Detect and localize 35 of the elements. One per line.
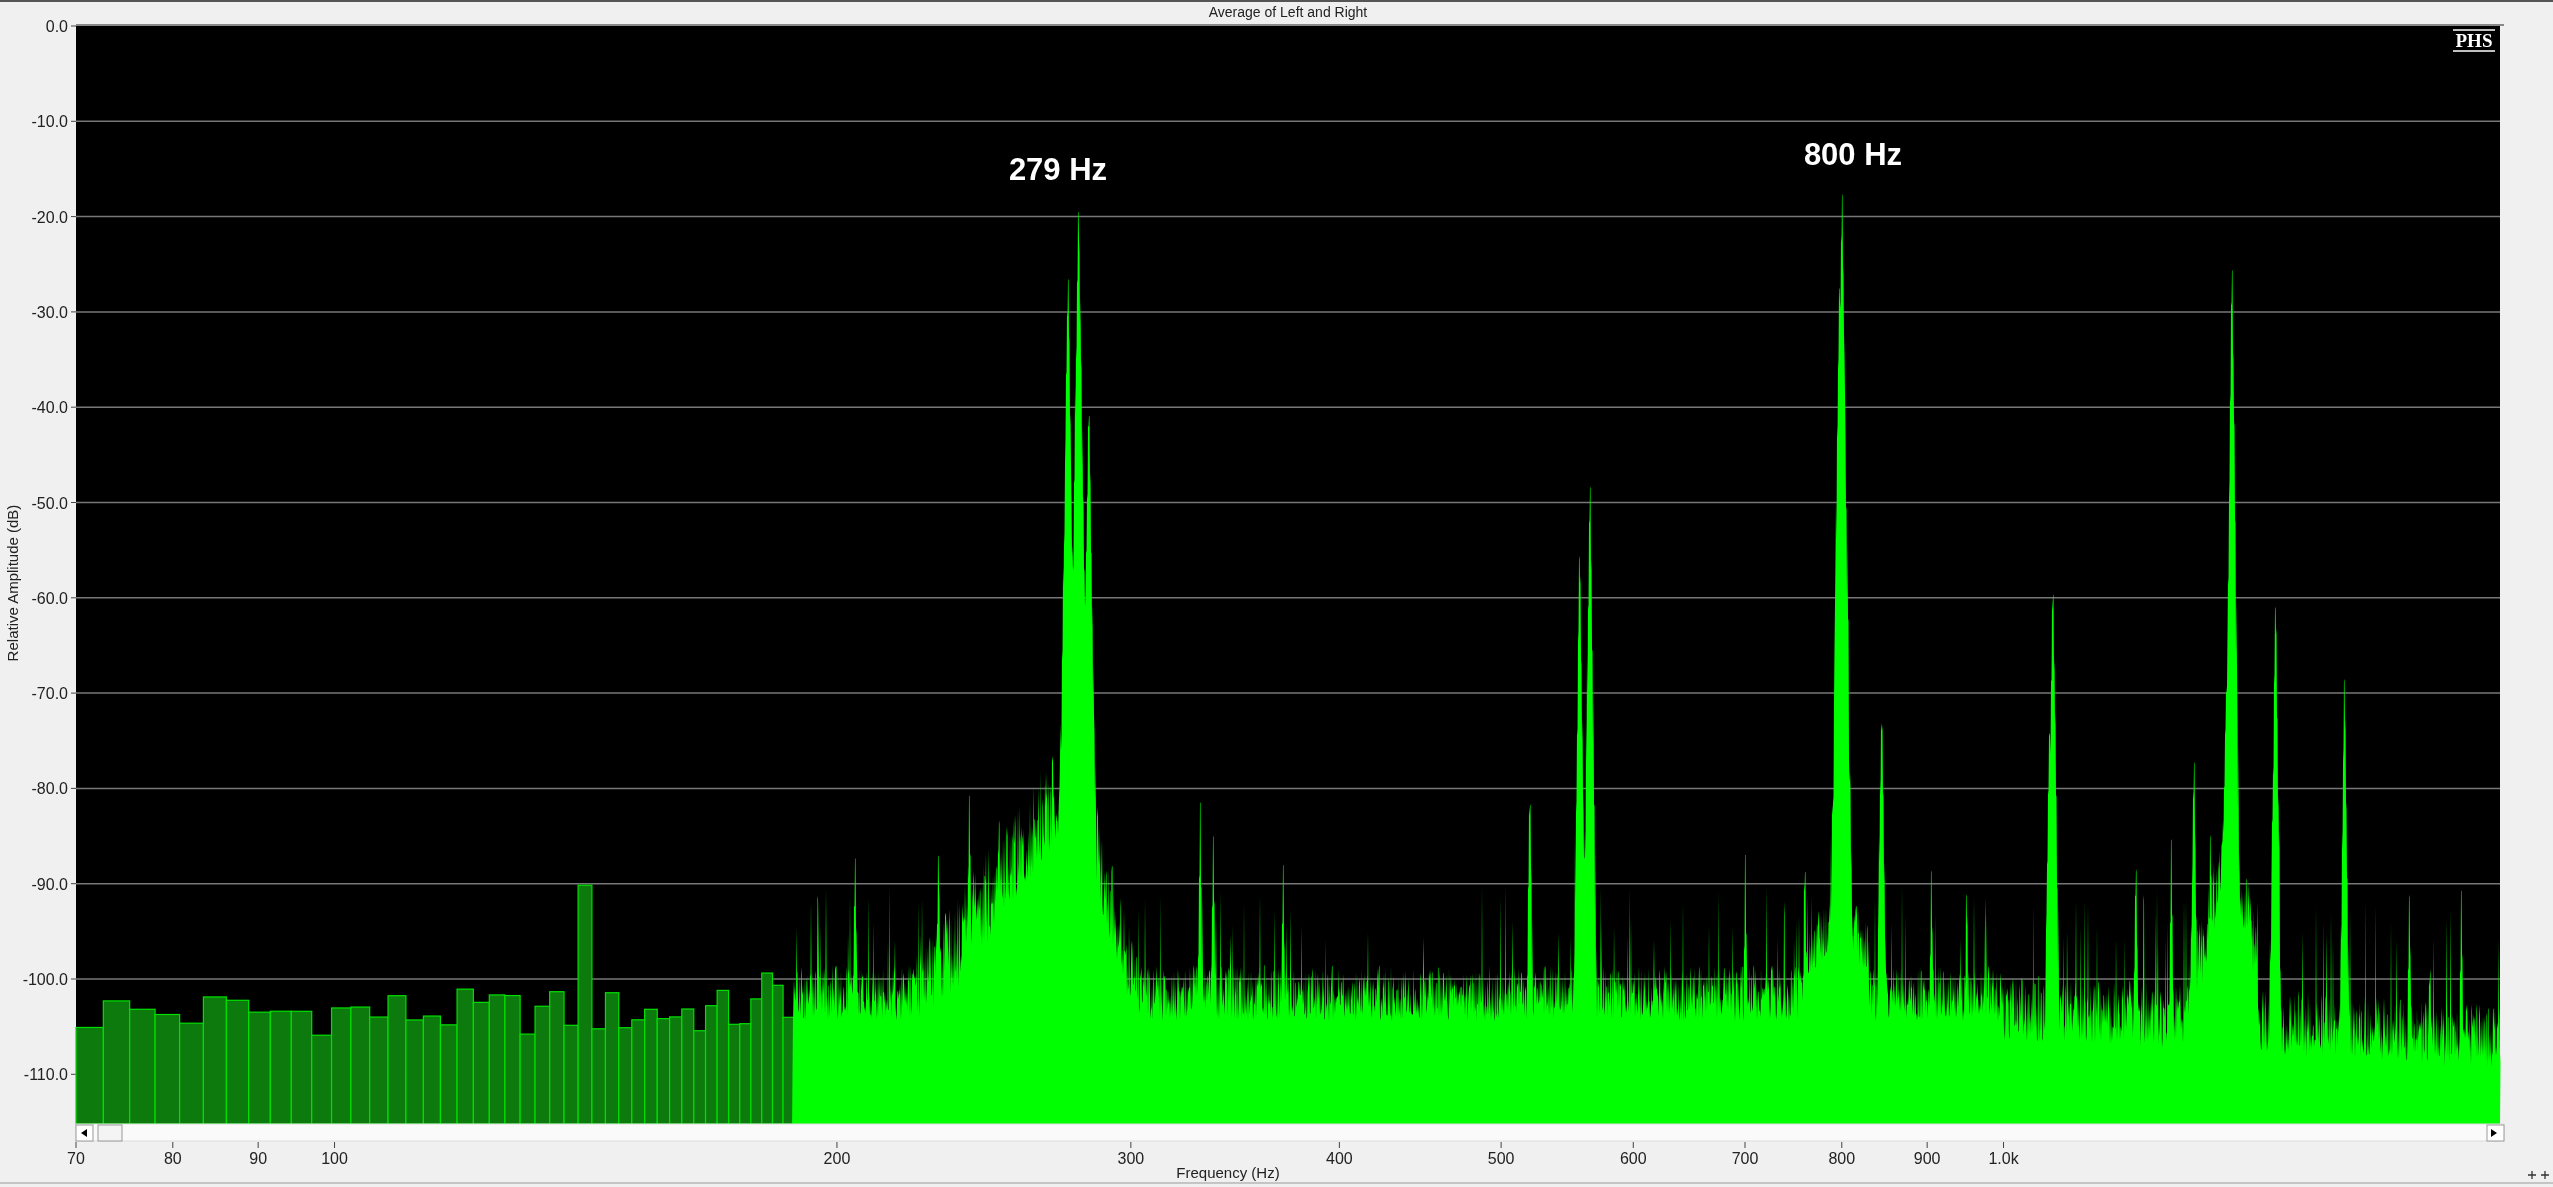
peak-label: 279 Hz <box>1008 152 1108 187</box>
y-tick-label: -50.0 <box>31 494 68 512</box>
x-tick-label: 500 <box>1487 1150 1515 1167</box>
y-tick-label: -20.0 <box>31 208 68 226</box>
y-tick-label: -30.0 <box>31 303 68 321</box>
x-tick-label: 300 <box>1117 1150 1145 1167</box>
x-tick-label: 90 <box>249 1150 268 1167</box>
y-tick-label: -40.0 <box>31 399 68 417</box>
x-tick-label: 600 <box>1619 1150 1647 1167</box>
y-tick-label: 0.0 <box>45 18 68 35</box>
y-tick-label: -100.0 <box>22 971 68 988</box>
y-tick-label: -80.0 <box>31 780 68 798</box>
x-tick-label: 1.0k <box>1988 1150 2019 1167</box>
x-tick-label: 70 <box>67 1150 85 1167</box>
scroll-thumb[interactable] <box>97 1124 123 1142</box>
x-tick-label: 700 <box>1731 1150 1759 1167</box>
y-tick-label: -60.0 <box>31 589 68 607</box>
x-tick-label: 800 <box>1828 1150 1856 1167</box>
y-axis-label: Relative Amplitude (dB) <box>4 504 21 662</box>
x-tick-label: 400 <box>1326 1150 1353 1167</box>
logo: PHS <box>2452 29 2496 52</box>
y-tick-label: -10.0 <box>31 113 68 131</box>
y-tick-label: -90.0 <box>31 875 68 893</box>
scroll-left-button[interactable] <box>75 1124 94 1142</box>
scrollbar-track[interactable] <box>75 1123 2505 1142</box>
x-tick-label: 80 <box>163 1150 182 1167</box>
x-tick-label: 200 <box>823 1150 851 1167</box>
y-tick-label: -110.0 <box>23 1066 68 1084</box>
x-tick-label: 100 <box>321 1150 348 1167</box>
scroll-right-button[interactable] <box>2486 1124 2505 1142</box>
peak-label: 800 Hz <box>1803 137 1903 172</box>
y-tick-label: -70.0 <box>31 685 68 703</box>
chart-title: Average of Left and Right <box>1208 4 1368 20</box>
x-tick-label: 900 <box>1913 1150 1941 1167</box>
x-axis-label: Frequency (Hz) <box>1176 1164 1280 1181</box>
